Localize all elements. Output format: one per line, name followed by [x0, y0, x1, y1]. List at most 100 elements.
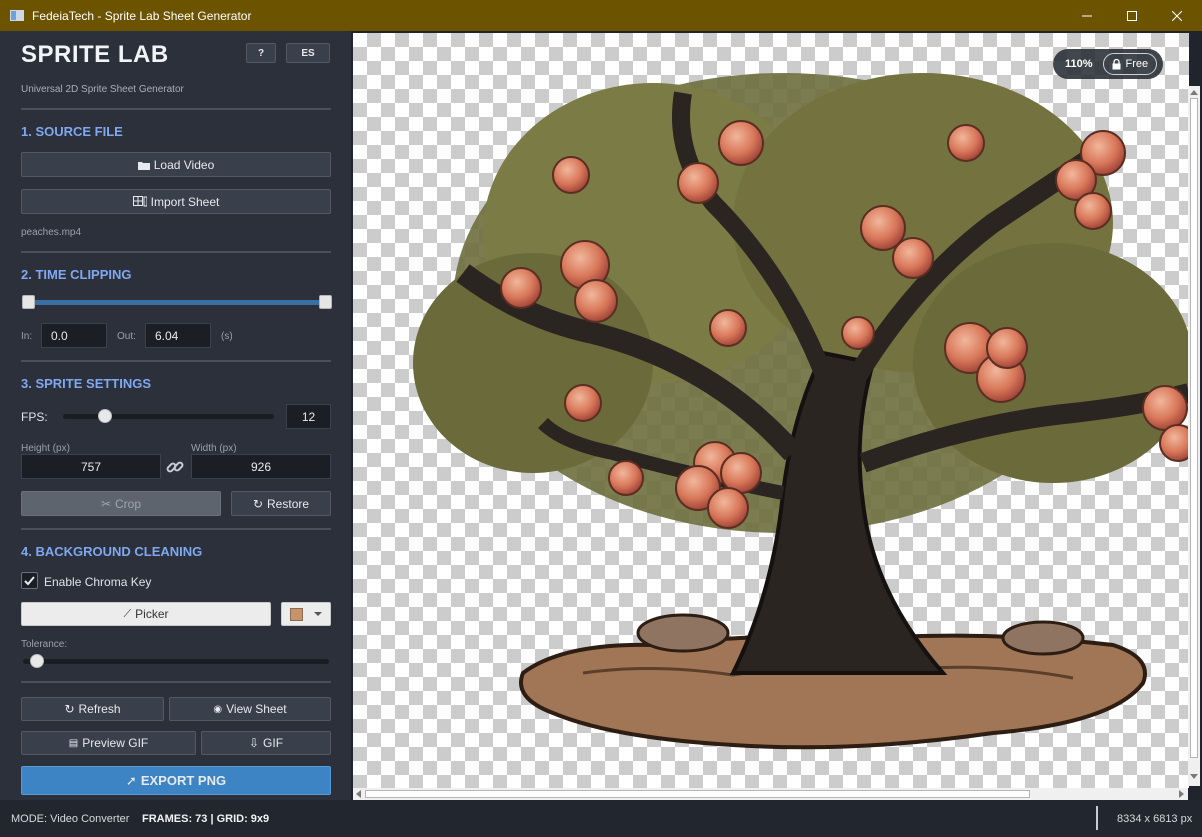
in-time-input[interactable]: 0.0: [41, 323, 107, 348]
out-time-input[interactable]: 6.04: [145, 323, 211, 348]
lock-label: Free: [1125, 58, 1149, 70]
folder-icon: [137, 161, 150, 170]
time-range-track[interactable]: [28, 300, 326, 305]
divider: [21, 360, 331, 362]
load-video-button[interactable]: Load Video: [21, 152, 331, 177]
source-filename: peaches.mp4: [21, 227, 82, 238]
time-range-end-handle[interactable]: [319, 295, 332, 309]
time-unit-label: (s): [221, 331, 233, 342]
crop-button[interactable]: ✂ Crop: [21, 491, 221, 516]
fps-slider-track[interactable]: [63, 414, 274, 419]
height-label: Height (px): [21, 443, 70, 454]
maximize-button[interactable]: [1110, 0, 1154, 31]
status-bar: MODE: Video Converter FRAMES: 73 | GRID:…: [0, 800, 1202, 837]
divider: [21, 681, 331, 683]
height-input[interactable]: 757: [21, 454, 161, 479]
horizontal-scrollbar[interactable]: [353, 788, 1188, 800]
mode-status: MODE: Video Converter: [11, 813, 130, 825]
refresh-icon: ↻: [64, 702, 75, 716]
divider: [21, 528, 331, 530]
minimize-button[interactable]: [1065, 0, 1109, 31]
scroll-up-arrow[interactable]: [1190, 90, 1198, 95]
close-icon: [1172, 10, 1182, 21]
in-label: In:: [21, 331, 33, 342]
vertical-scrollbar[interactable]: [1188, 86, 1200, 786]
dimensions-status: 8334 x 6813 px: [1117, 813, 1193, 825]
tolerance-slider-handle[interactable]: [30, 654, 45, 668]
divider: [21, 251, 331, 253]
scissors-icon: ✂: [100, 496, 112, 511]
gif-export-button[interactable]: ⇩ GIF: [201, 731, 331, 755]
language-button[interactable]: ES: [286, 43, 330, 63]
import-sheet-button[interactable]: Import Sheet: [21, 189, 331, 214]
sprite-preview-image: [413, 73, 1189, 750]
preview-panel: 110% Free: [351, 31, 1202, 800]
import-sheet-label: Import Sheet: [150, 194, 220, 209]
scroll-left-arrow[interactable]: [356, 790, 361, 798]
eye-icon: ◉: [213, 703, 223, 715]
chroma-key-label: Enable Chroma Key: [44, 575, 152, 589]
time-range-start-handle[interactable]: [22, 295, 35, 309]
export-png-button[interactable]: ➚ EXPORT PNG: [21, 766, 331, 795]
view-sheet-button[interactable]: ◉ View Sheet: [169, 697, 331, 721]
app-subtitle: Universal 2D Sprite Sheet Generator: [21, 84, 184, 95]
restore-label: Restore: [267, 496, 310, 511]
app-icon: [10, 10, 24, 21]
sheet-icon: [132, 196, 147, 207]
tolerance-label: Tolerance:: [21, 639, 68, 650]
picker-label: Picker: [135, 607, 169, 621]
width-label: Width (px): [191, 443, 237, 454]
zoom-overlay: 110% Free: [1053, 49, 1163, 79]
close-button[interactable]: [1155, 0, 1199, 31]
window-title: FedeiaTech - Sprite Lab Sheet Generator: [32, 8, 252, 23]
section-title-clipping: 2. TIME CLIPPING: [21, 267, 132, 282]
fps-input[interactable]: 12: [286, 404, 331, 429]
link-icon[interactable]: [165, 458, 185, 481]
restore-button[interactable]: ↻ Restore: [231, 491, 331, 516]
fps-label: FPS:: [21, 410, 48, 424]
app-title: SPRITE LAB: [21, 41, 169, 68]
section-title-source: 1. SOURCE FILE: [21, 124, 123, 139]
chroma-key-checkbox[interactable]: [21, 572, 38, 589]
picker-button[interactable]: ⟋ Picker: [21, 602, 271, 626]
color-swatch-dropdown[interactable]: [281, 602, 331, 626]
preview-gif-label: Preview GIF: [82, 736, 149, 750]
frames-status: FRAMES: 73 | GRID: 9x9: [142, 813, 270, 825]
scroll-right-arrow[interactable]: [1179, 790, 1184, 798]
checkmark-icon: [24, 576, 35, 586]
status-divider: [1096, 806, 1098, 830]
width-input[interactable]: 926: [191, 454, 331, 479]
clapperboard-icon: ▤: [68, 737, 79, 749]
help-button[interactable]: ?: [246, 43, 276, 63]
load-video-label: Load Video: [153, 157, 215, 172]
refresh-icon: ↻: [252, 496, 264, 511]
maximize-icon: [1127, 10, 1137, 21]
horizontal-scroll-thumb[interactable]: [365, 790, 1030, 798]
refresh-label: Refresh: [78, 702, 121, 716]
gif-label: GIF: [263, 736, 284, 750]
scroll-down-arrow[interactable]: [1190, 774, 1198, 779]
vertical-scroll-thumb[interactable]: [1190, 98, 1198, 758]
crop-label: Crop: [115, 496, 142, 511]
minimize-icon: [1082, 15, 1092, 16]
export-png-label: EXPORT PNG: [140, 773, 227, 788]
download-icon: ⇩: [248, 736, 260, 750]
sidebar: SPRITE LAB ? ES Universal 2D Sprite Shee…: [0, 31, 351, 800]
view-sheet-label: View Sheet: [226, 702, 287, 716]
divider: [21, 108, 331, 110]
section-title-sprite: 3. SPRITE SETTINGS: [21, 376, 152, 391]
window-titlebar: FedeiaTech - Sprite Lab Sheet Generator: [0, 0, 1202, 31]
tolerance-slider-track[interactable]: [23, 659, 329, 664]
lock-toggle[interactable]: Free: [1102, 53, 1158, 75]
refresh-button[interactable]: ↻ Refresh: [21, 697, 164, 721]
chevron-down-icon: [313, 612, 322, 616]
out-label: Out:: [117, 331, 136, 342]
color-swatch: [289, 607, 303, 621]
preview-gif-button[interactable]: ▤ Preview GIF: [21, 731, 196, 755]
sprite-canvas[interactable]: 110% Free: [353, 33, 1189, 788]
section-title-background: 4. BACKGROUND CLEANING: [21, 544, 203, 559]
zoom-level: 110%: [1065, 58, 1093, 70]
lock-icon: [1112, 58, 1121, 69]
fps-slider-handle[interactable]: [98, 409, 113, 423]
eyedropper-icon: ⟋: [123, 607, 132, 620]
